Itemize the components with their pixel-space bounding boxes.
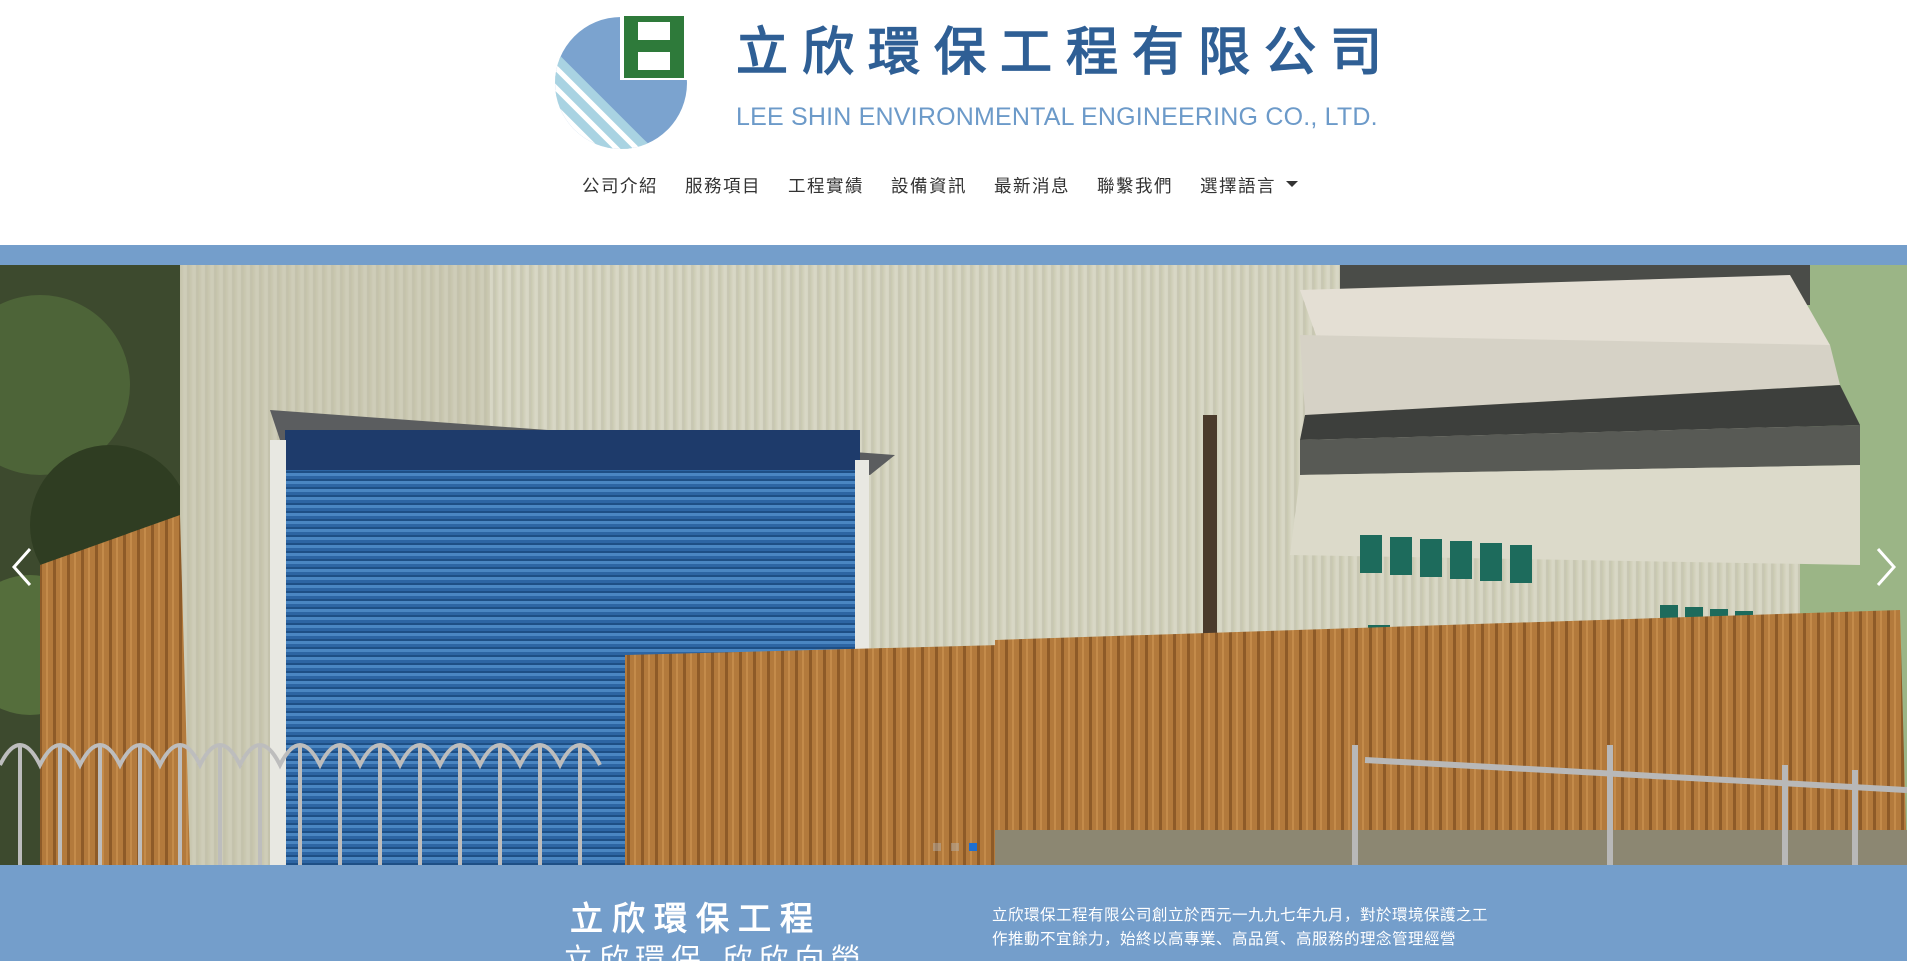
carousel-indicators bbox=[933, 843, 977, 851]
about-paragraph: 立欣環保工程有限公司創立於西元一九九七年九月，對於環境保護之工 作推動不宜餘力，… bbox=[992, 906, 1489, 948]
about-title: 立欣環保工程 bbox=[570, 899, 822, 938]
carousel-indicator[interactable] bbox=[951, 843, 959, 851]
nav-item-about[interactable]: 公司介紹 bbox=[582, 173, 658, 198]
caret-down-icon bbox=[1286, 180, 1298, 187]
language-label: 選擇語言 bbox=[1200, 176, 1276, 197]
nav-item-projects[interactable]: 工程實績 bbox=[788, 173, 864, 198]
carousel-next-chevron-right-icon[interactable] bbox=[1870, 545, 1900, 589]
nav-item-equipment[interactable]: 設備資訊 bbox=[891, 173, 967, 198]
nav-item-language-dropdown[interactable]: 選擇語言 bbox=[1200, 173, 1298, 198]
hero-carousel bbox=[0, 265, 1907, 865]
company-name-cn[interactable]: 立欣環保工程有限公司 bbox=[736, 22, 1382, 84]
nav-item-services[interactable]: 服務項目 bbox=[685, 173, 761, 198]
carousel-indicator-active[interactable] bbox=[969, 843, 977, 851]
nav-item-news[interactable]: 最新消息 bbox=[994, 173, 1070, 198]
nav-item-contact[interactable]: 聯繫我們 bbox=[1097, 173, 1173, 198]
site-header: 立欣環保工程有限公司 LEE SHIN ENVIRONMENTAL ENGINE… bbox=[0, 0, 1907, 245]
main-nav: 公司介紹 服務項目 工程實績 設備資訊 最新消息 聯繫我們 選擇語言 bbox=[582, 170, 1325, 200]
hero-slide-image bbox=[0, 265, 1907, 865]
about-subtitle: 立欣環保 欣欣向榮 bbox=[563, 943, 867, 961]
about-section: 立欣環保工程 立欣環保 欣欣向榮 立欣環保工程有限公司創立於西元一九九七年九月，… bbox=[0, 865, 1907, 961]
company-name-en[interactable]: LEE SHIN ENVIRONMENTAL ENGINEERING CO., … bbox=[736, 102, 1378, 132]
carousel-prev-chevron-left-icon[interactable] bbox=[8, 545, 38, 589]
company-logo-icon[interactable] bbox=[552, 14, 690, 149]
header-divider-bar bbox=[0, 245, 1907, 265]
carousel-indicator[interactable] bbox=[933, 843, 941, 851]
